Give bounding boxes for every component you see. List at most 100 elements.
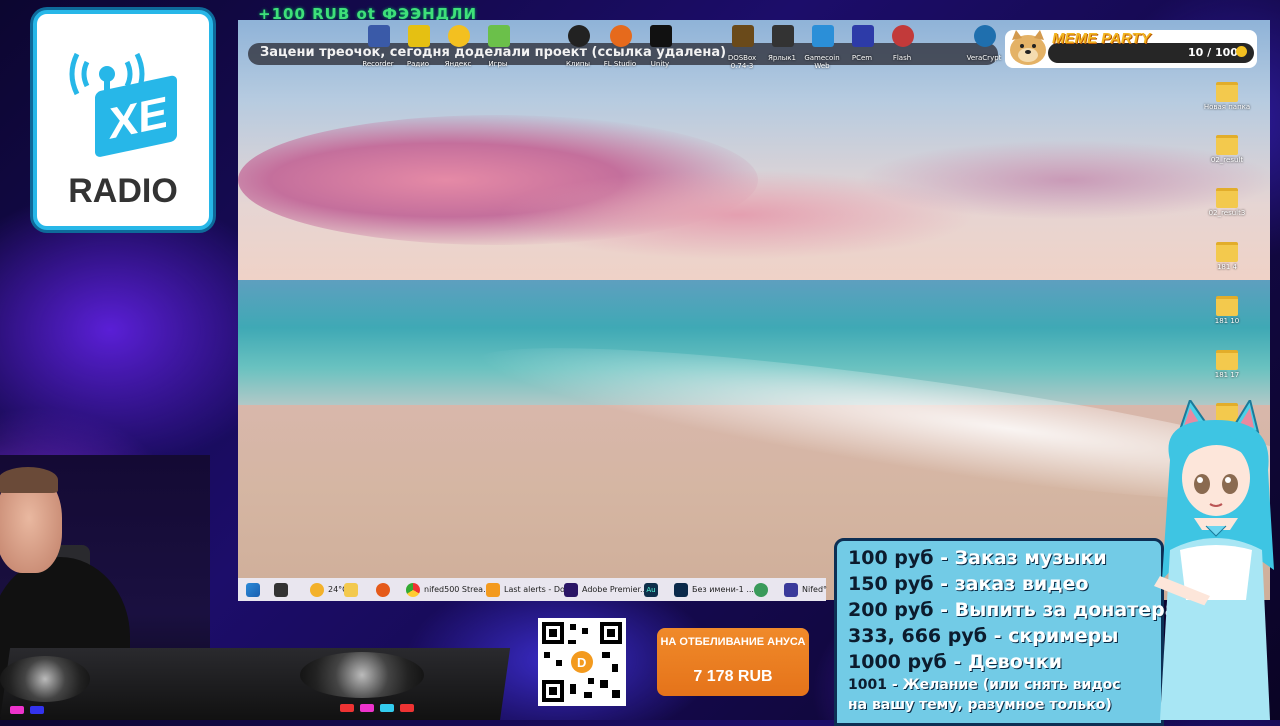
- taskbar-audition[interactable]: Au: [644, 581, 662, 598]
- vtuber-avatar: [1150, 397, 1280, 720]
- desktop-icon-games[interactable]: [488, 25, 510, 47]
- folder-icon[interactable]: [1216, 135, 1238, 155]
- folder-label: 181 4: [1216, 263, 1238, 271]
- desktop-icon-dosbox[interactable]: [732, 25, 754, 47]
- taskbar-globe[interactable]: [754, 581, 772, 598]
- folder-icon[interactable]: [1216, 242, 1238, 262]
- donation-goal-title: НА ОТБЕЛИВАНИЕ АНУСА: [660, 636, 806, 648]
- desktop-icon-fl-studio[interactable]: [610, 25, 632, 47]
- folder-icon[interactable]: [1216, 350, 1238, 370]
- folder-label: 02_result: [1210, 156, 1244, 164]
- desktop-icon-unity[interactable]: [650, 25, 672, 47]
- folder-icon[interactable]: [1216, 188, 1238, 208]
- taskbar-save[interactable]: Nifed°: [784, 581, 827, 598]
- desktop-icon-yandex[interactable]: [448, 25, 470, 47]
- desktop-screen: Зацени треочок, сегодня доделали проект …: [238, 20, 1270, 600]
- price-amount: 200 руб: [848, 599, 934, 621]
- premiere-icon: [564, 582, 578, 597]
- logo-text: RADIO: [68, 172, 178, 210]
- taskbar-premiere[interactable]: Adobe Premier...: [564, 581, 648, 598]
- folder-icon[interactable]: [1216, 82, 1238, 102]
- folder-icon: [344, 582, 358, 597]
- folder-label: 181 10: [1214, 317, 1240, 325]
- folder-icon[interactable]: [1216, 296, 1238, 316]
- desktop-icon-label: PCem: [851, 54, 873, 62]
- save-icon: [784, 582, 798, 597]
- desktop-icon-label: FL Studio: [603, 60, 637, 68]
- price-item: 333, 666 руб - скримеры: [848, 625, 1118, 647]
- taskbar-label: Last alerts - Do...: [504, 585, 573, 594]
- desktop-icon-label: Ярлык1: [768, 54, 796, 62]
- weather-widget[interactable]: 24°C: [310, 581, 348, 598]
- taskbar-donationalerts[interactable]: Last alerts - Do...: [486, 581, 572, 598]
- desktop-icon-label: VeraCrypt: [966, 54, 1002, 62]
- folder-label: 02_result3: [1208, 209, 1246, 217]
- task-view-button[interactable]: [274, 581, 292, 598]
- pink-cloud: [858, 140, 1270, 220]
- price-desc: - Девочки: [946, 651, 1063, 673]
- desktop-icon-pcem[interactable]: [852, 25, 874, 47]
- price-desc: - Желание (или снять видос: [886, 677, 1121, 693]
- price-amount: 1001: [848, 677, 887, 693]
- price-amount: 1000 руб: [848, 651, 947, 673]
- chrome-icon: [406, 582, 420, 597]
- price-item: 100 руб - Заказ музыки: [848, 547, 1107, 569]
- price-amount: 333, 666 руб: [848, 625, 988, 647]
- task-view-icon: [274, 582, 288, 597]
- desktop-icon-label: DOSBox 0.74-3: [727, 54, 757, 70]
- price-item-continued: на вашу тему, разумное только): [848, 697, 1112, 713]
- audition-icon: Au: [644, 582, 658, 597]
- desktop-icon-gamecoin[interactable]: [812, 25, 834, 47]
- taskbar-label: Без имени-1 ...: [692, 585, 754, 594]
- taskbar-label: Adobe Premier...: [582, 585, 648, 594]
- desktop-icon-radio[interactable]: [408, 25, 430, 47]
- desktop-icon-shortcut[interactable]: [772, 25, 794, 47]
- start-button[interactable]: [246, 581, 264, 598]
- pad-button: [360, 704, 374, 712]
- taskbar-firefox[interactable]: [376, 581, 394, 598]
- doge-icon: [1006, 28, 1050, 66]
- price-item: 1000 руб - Девочки: [848, 651, 1062, 673]
- desktop-icon-flash[interactable]: [892, 25, 914, 47]
- price-item: 1001 - Желание (или снять видос: [848, 677, 1121, 693]
- jog-wheel-right: [300, 652, 424, 698]
- globe-icon: [754, 582, 768, 597]
- desktop-icon-recorder[interactable]: [368, 25, 390, 47]
- desktop-icon-label: Unity: [650, 60, 670, 68]
- desktop-icon-label: Flash: [892, 54, 912, 62]
- taskbar-photoshop[interactable]: Без имени-1 ...: [674, 581, 754, 598]
- pad-button: [10, 706, 24, 714]
- desktop-icon-veracrypt[interactable]: [974, 25, 996, 47]
- price-desc: - Выпить за донатера: [933, 599, 1178, 621]
- streamer-hair: [0, 467, 58, 493]
- taskbar-explorer[interactable]: [344, 581, 362, 598]
- desktop-icon-label: Яндекс: [444, 60, 472, 68]
- price-amount: 100 руб: [848, 547, 934, 569]
- taskbar-label: Nifed°: [802, 585, 828, 594]
- meme-party-count: 10 / 100: [1188, 46, 1238, 59]
- price-desc: - скримеры: [987, 625, 1119, 647]
- price-item: 200 руб - Выпить за донатера: [848, 599, 1178, 621]
- pad-button: [340, 704, 354, 712]
- windows-icon: [246, 582, 260, 597]
- desktop-icon-label: Recorder: [362, 60, 394, 68]
- meme-party-title: MEME PARTY: [1052, 30, 1151, 47]
- donation-qr-code: D: [538, 618, 626, 706]
- pad-button: [30, 706, 44, 714]
- price-desc: - заказ видео: [933, 573, 1089, 595]
- price-item: 150 руб - заказ видео: [848, 573, 1089, 595]
- pad-button: [380, 704, 394, 712]
- coin-icon: [1236, 46, 1247, 57]
- taskbar-chrome[interactable]: nifed500 Strea...: [406, 581, 491, 598]
- desktop-icon-label: Радио: [406, 60, 430, 68]
- price-desc: - Заказ музыки: [933, 547, 1107, 569]
- desktop-icon-clips[interactable]: [568, 25, 590, 47]
- chat-message: Зацени треочок, сегодня доделали проект …: [260, 45, 727, 60]
- taskbar-label: nifed500 Strea...: [424, 585, 491, 594]
- folder-label: 181 17: [1214, 371, 1240, 379]
- firefox-icon: [376, 582, 390, 597]
- folder-label: Новая папка: [1203, 103, 1251, 111]
- jog-wheel-left: [0, 656, 90, 702]
- svg-text:D: D: [577, 655, 586, 670]
- photoshop-icon: [674, 582, 688, 597]
